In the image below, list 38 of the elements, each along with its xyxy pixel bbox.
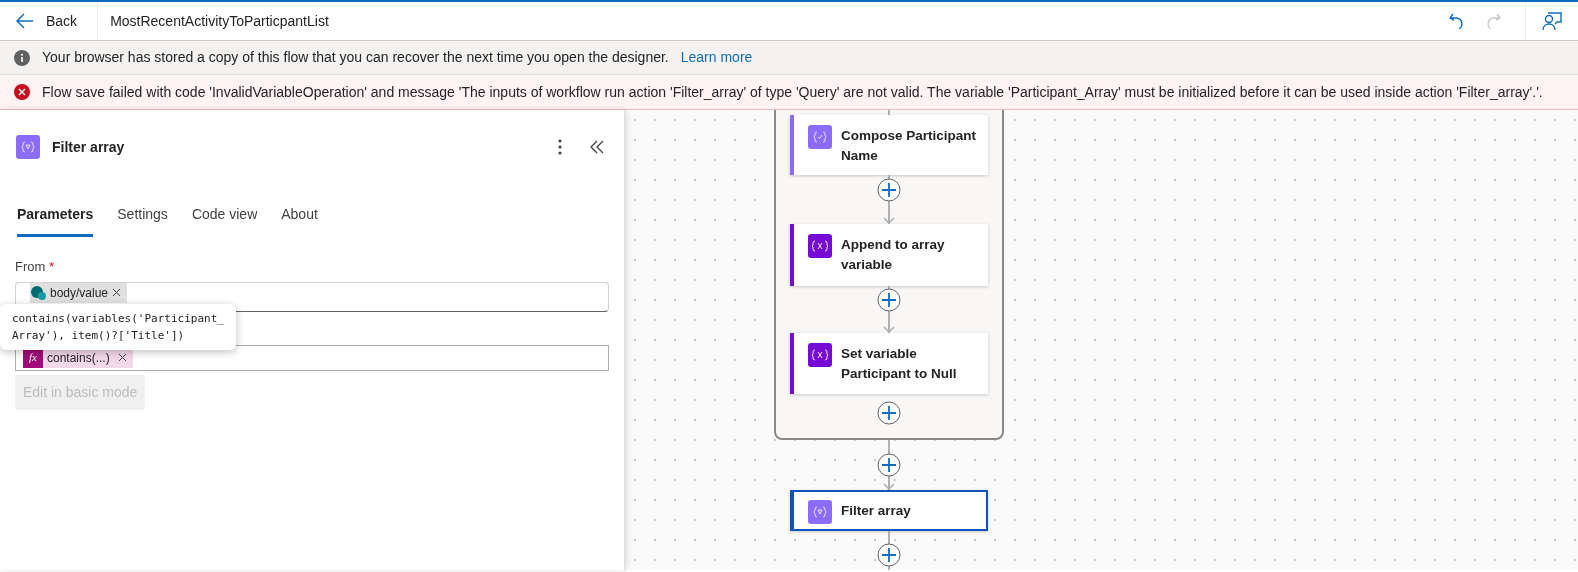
filter-icon bbox=[808, 500, 832, 524]
expression-tooltip: contains(variables('Participant_ Array'), item()?['Title']) bbox=[0, 304, 236, 350]
variable-icon bbox=[808, 234, 832, 258]
action-card[interactable]: Compose Participant Name bbox=[790, 115, 988, 175]
field-label: From bbox=[15, 259, 46, 274]
variable-icon bbox=[808, 343, 832, 367]
tab[interactable]: Parameters bbox=[17, 204, 94, 237]
add-step-icon[interactable] bbox=[877, 453, 901, 477]
undo-icon[interactable] bbox=[1449, 13, 1465, 29]
remove-icon[interactable] bbox=[112, 288, 122, 297]
add-step-icon[interactable] bbox=[877, 543, 901, 567]
tab[interactable]: About bbox=[281, 204, 318, 237]
add-step-icon[interactable] bbox=[877, 401, 901, 425]
info-message: Your browser has stored a copy of this flow that you can recover the next time you open the designer. bbox=[42, 48, 669, 67]
flow-title: MostRecentActivityToParticpantList bbox=[110, 11, 329, 31]
error-message: Flow save failed with code 'InvalidVariableOperation' and message 'The inputs of workflow run action 'Filter_array' of type 'Query' are not valid. The variable 'Participant_Array' must be initialized before it can be used inside action 'Filter_array'.'. bbox=[42, 82, 1543, 102]
add-step-icon[interactable] bbox=[877, 287, 901, 312]
action-card[interactable]: Filter array bbox=[790, 490, 988, 531]
sharepoint-icon bbox=[30, 284, 46, 301]
error-icon bbox=[14, 84, 30, 100]
info-icon bbox=[14, 49, 30, 66]
back-arrow-icon bbox=[16, 13, 34, 29]
remove-icon[interactable] bbox=[117, 353, 127, 362]
action-card[interactable]: Append to array variable bbox=[790, 224, 988, 286]
compose-icon bbox=[808, 125, 832, 149]
learn-more-link[interactable]: Learn more bbox=[680, 47, 753, 68]
body-value-token[interactable]: body/value bbox=[30, 282, 128, 303]
more-options-icon[interactable] bbox=[558, 139, 562, 155]
person-feedback-icon[interactable] bbox=[1542, 11, 1562, 31]
tab[interactable]: Settings bbox=[117, 204, 168, 237]
panel-title: Filter array bbox=[52, 137, 125, 157]
filter-icon bbox=[16, 135, 40, 159]
required-mark: * bbox=[48, 259, 55, 274]
add-step-icon[interactable] bbox=[877, 177, 901, 202]
collapse-icon[interactable] bbox=[590, 140, 604, 154]
tab[interactable]: Code view bbox=[191, 204, 258, 237]
back-button[interactable]: Back bbox=[0, 2, 99, 40]
action-card[interactable]: Set variable Participant to Null bbox=[790, 333, 988, 394]
